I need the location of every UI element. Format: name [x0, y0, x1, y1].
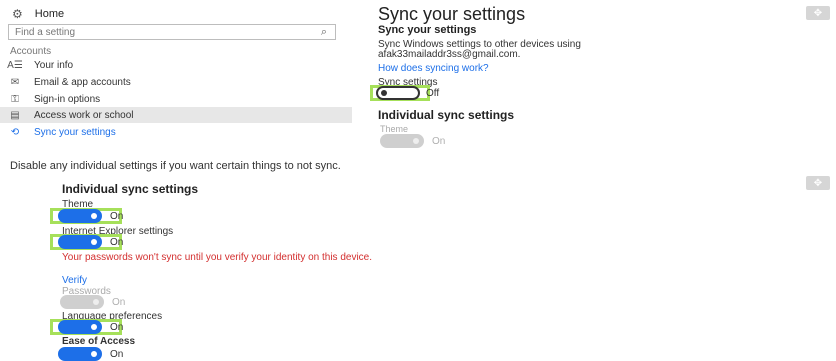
ease-state-text: On: [110, 348, 124, 360]
passwords-toggle-row: On: [60, 295, 125, 309]
home-nav-item[interactable]: ⚙ Home: [12, 6, 64, 22]
theme-state-text: On: [110, 210, 124, 222]
sidebar-item-email-accounts[interactable]: ✉ Email & app accounts: [0, 74, 352, 90]
help-link[interactable]: How does syncing work?: [378, 63, 489, 74]
toggle-knob: [91, 213, 97, 219]
ie-settings-toggle[interactable]: [58, 235, 102, 249]
ease-of-access-toggle[interactable]: [58, 347, 102, 361]
toggle-knob: [413, 138, 419, 144]
search-input[interactable]: Find a setting ⌕: [8, 24, 336, 40]
mail-icon: ✉: [10, 76, 20, 88]
accounts-section-label: Accounts: [10, 46, 52, 57]
verify-link[interactable]: Verify: [62, 275, 87, 286]
ease-toggle-row: On: [58, 347, 123, 361]
theme-toggle-row: On: [58, 209, 123, 223]
toggle-knob: [91, 239, 97, 245]
page-title: Sync your settings: [378, 4, 526, 24]
theme-state-text: On: [432, 135, 446, 147]
passwords-toggle-disabled[interactable]: [60, 295, 104, 309]
sync-icon: ⟲: [10, 126, 20, 138]
ease-of-access-label: Ease of Access: [62, 336, 136, 347]
language-state-text: On: [110, 321, 124, 333]
key-icon: ⚿: [11, 93, 19, 105]
passwords-state-text: On: [112, 296, 126, 308]
detail-heading: Individual sync settings: [62, 182, 199, 196]
search-icon: ⌕: [320, 26, 327, 38]
toggle-knob: [91, 351, 97, 357]
ie-toggle-row: On: [58, 235, 123, 249]
sidebar-item-your-info[interactable]: A☰ Your info: [0, 57, 352, 73]
sidebar-item-label: Email & app accounts: [34, 76, 131, 88]
theme-toggle-disabled[interactable]: [380, 134, 424, 148]
sidebar-item-label: Your info: [34, 59, 74, 71]
sync-state-text: Off: [426, 87, 440, 99]
sidebar-item-label: Access work or school: [34, 109, 134, 121]
sync-description: Sync Windows settings to other devices u…: [378, 39, 581, 60]
sync-settings-toggle[interactable]: [376, 86, 420, 100]
search-placeholder: Find a setting: [15, 26, 76, 38]
toggle-knob: [381, 90, 387, 96]
toggle-knob: [91, 324, 97, 330]
briefcase-icon: ▤: [10, 109, 20, 121]
move-icon: ✥: [806, 176, 830, 190]
move-icon: ✥: [806, 6, 830, 20]
settings-sidebar: ⚙ Home Find a setting ⌕ Accounts A☰ Your…: [0, 0, 352, 142]
individual-sync-heading: Individual sync settings: [378, 108, 515, 122]
instruction-caption: Disable any individual settings if you w…: [10, 160, 341, 172]
sidebar-item-access-work[interactable]: ▤ Access work or school: [0, 107, 352, 123]
theme-toggle[interactable]: [58, 209, 102, 223]
section-subtitle: Sync your settings: [378, 24, 477, 36]
ie-state-text: On: [110, 236, 124, 248]
home-label: Home: [34, 8, 65, 20]
sidebar-item-label: Sync your settings: [34, 126, 116, 138]
gear-icon: ⚙: [12, 7, 23, 21]
sidebar-item-sign-in-options[interactable]: ⚿ Sign-in options: [0, 91, 352, 107]
language-toggle-row: On: [58, 320, 123, 334]
sync-toggle-row: Off: [376, 86, 439, 100]
sidebar-item-label: Sign-in options: [34, 93, 101, 105]
language-toggle[interactable]: [58, 320, 102, 334]
theme-toggle-row: On: [380, 134, 445, 148]
sidebar-item-sync-settings[interactable]: ⟲ Sync your settings: [0, 124, 352, 140]
theme-label: Theme: [380, 124, 409, 134]
toggle-knob: [93, 299, 99, 305]
person-icon: A☰: [7, 59, 23, 71]
password-warning: Your passwords won't sync until you veri…: [62, 252, 373, 263]
